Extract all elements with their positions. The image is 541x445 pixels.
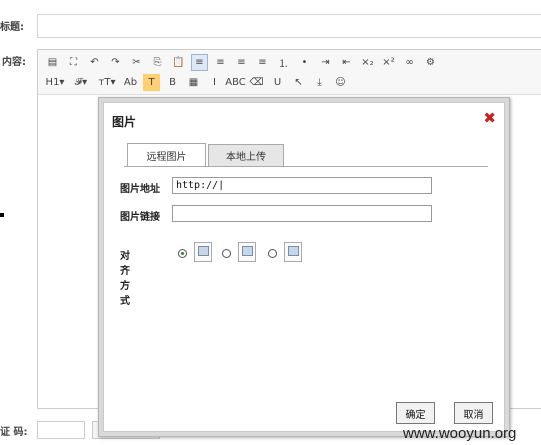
align-label: 对齐方式 — [120, 251, 130, 307]
captcha-label: 证 码: — [0, 427, 28, 438]
align-right-icon[interactable]: ≡ — [233, 54, 250, 71]
fullscreen-icon[interactable]: ⛶ — [65, 54, 82, 71]
toolbar-row-1: ▤ ⛶ ↶ ↷ ✂ ⎘ 📋 ≡ ≡ ≡ ≡ ⒈ • ⇥ ⇤ ×₂ ×² ∞ ⚙ — [44, 52, 443, 72]
justify-icon[interactable]: ≡ — [254, 54, 271, 71]
highlight-icon[interactable]: T — [143, 73, 160, 91]
insert-icon[interactable]: ⤓ — [311, 74, 328, 91]
cursor-icon[interactable]: ↖ — [290, 74, 307, 91]
text-color-icon[interactable]: Ab — [122, 74, 139, 91]
align-right-icon — [284, 242, 302, 262]
link-label: 图片链接 — [120, 212, 160, 223]
copy-icon[interactable]: ⎘ — [149, 54, 166, 71]
redo-icon[interactable]: ↷ — [107, 54, 124, 71]
source-icon[interactable]: ▤ — [44, 54, 61, 71]
cancel-button[interactable]: 取消 — [454, 402, 493, 424]
underline-icon[interactable]: U — [269, 74, 286, 91]
image-url-input[interactable]: http://| — [172, 177, 432, 194]
title-label: 标题: — [0, 22, 24, 33]
font-family-icon[interactable]: 𝓕▾ — [70, 74, 92, 91]
superscript-icon[interactable]: ×² — [380, 54, 397, 71]
tab-local-upload[interactable]: 本地上传 — [208, 144, 284, 166]
abc-icon[interactable]: ABC — [225, 74, 246, 91]
unordered-list-icon[interactable]: • — [296, 54, 313, 71]
ok-button[interactable]: 确定 — [396, 402, 435, 424]
dialog-body: 图片 ✖ 远程图片 本地上传 图片地址 http://| 图片链接 对齐方式 确… — [103, 102, 505, 432]
image-link-input[interactable] — [172, 205, 432, 222]
cut-icon[interactable]: ✂ — [128, 54, 145, 71]
watermark: www.wooyun.org — [403, 425, 517, 442]
align-left-icon[interactable]: ≡ — [191, 53, 208, 71]
tab-remote-image[interactable]: 远程图片 — [127, 143, 206, 166]
title-input[interactable] — [37, 14, 541, 38]
subscript-icon[interactable]: ×₂ — [359, 54, 376, 71]
emoticon-icon[interactable]: ☺ — [332, 74, 349, 91]
url-label: 图片地址 — [120, 184, 160, 195]
align-right-radio[interactable] — [268, 249, 277, 258]
undo-icon[interactable]: ↶ — [86, 54, 103, 71]
paste-icon[interactable]: 📋 — [170, 54, 187, 71]
indent-icon[interactable]: ⇥ — [317, 54, 334, 71]
align-none-icon — [194, 242, 212, 262]
image-dialog: 图片 ✖ 远程图片 本地上传 图片地址 http://| 图片链接 对齐方式 确… — [98, 97, 510, 437]
font-size-icon[interactable]: тT▾ — [96, 74, 118, 91]
dialog-title: 图片 — [112, 115, 137, 129]
heading-icon[interactable]: H1▾ — [44, 74, 66, 91]
bold-icon[interactable]: B — [164, 74, 181, 91]
align-none-radio[interactable] — [178, 249, 187, 258]
eraser-icon[interactable]: ⌫ — [248, 74, 265, 91]
content-label: 内容: — [2, 57, 26, 68]
italic-icon[interactable]: I — [206, 74, 223, 91]
dialog-tabs: 远程图片 本地上传 — [124, 141, 488, 167]
captcha-input[interactable] — [37, 421, 85, 439]
align-left-radio[interactable] — [222, 249, 231, 258]
align-center-icon[interactable]: ≡ — [212, 54, 229, 71]
editor-toolbar: ▤ ⛶ ↶ ↷ ✂ ⎘ 📋 ≡ ≡ ≡ ≡ ⒈ • ⇥ ⇤ ×₂ ×² ∞ ⚙ H1▾ 𝓕▾ тT▾ Ab T B ▦ I ABC ⌫… — [38, 50, 541, 95]
close-icon[interactable]: ✖ — [483, 111, 496, 126]
outdent-icon[interactable]: ⇤ — [338, 54, 355, 71]
toolbar-row-2: H1▾ 𝓕▾ тT▾ Ab T B ▦ I ABC ⌫ U ↖ ⤓ ☺ — [44, 72, 353, 92]
page-marker — [0, 213, 4, 217]
strikethrough-bg-icon[interactable]: ▦ — [185, 74, 202, 91]
unlink-icon[interactable]: ⚙ — [422, 54, 439, 71]
ordered-list-icon[interactable]: ⒈ — [275, 54, 292, 71]
link-icon[interactable]: ∞ — [401, 54, 418, 71]
align-left-icon — [238, 242, 256, 262]
